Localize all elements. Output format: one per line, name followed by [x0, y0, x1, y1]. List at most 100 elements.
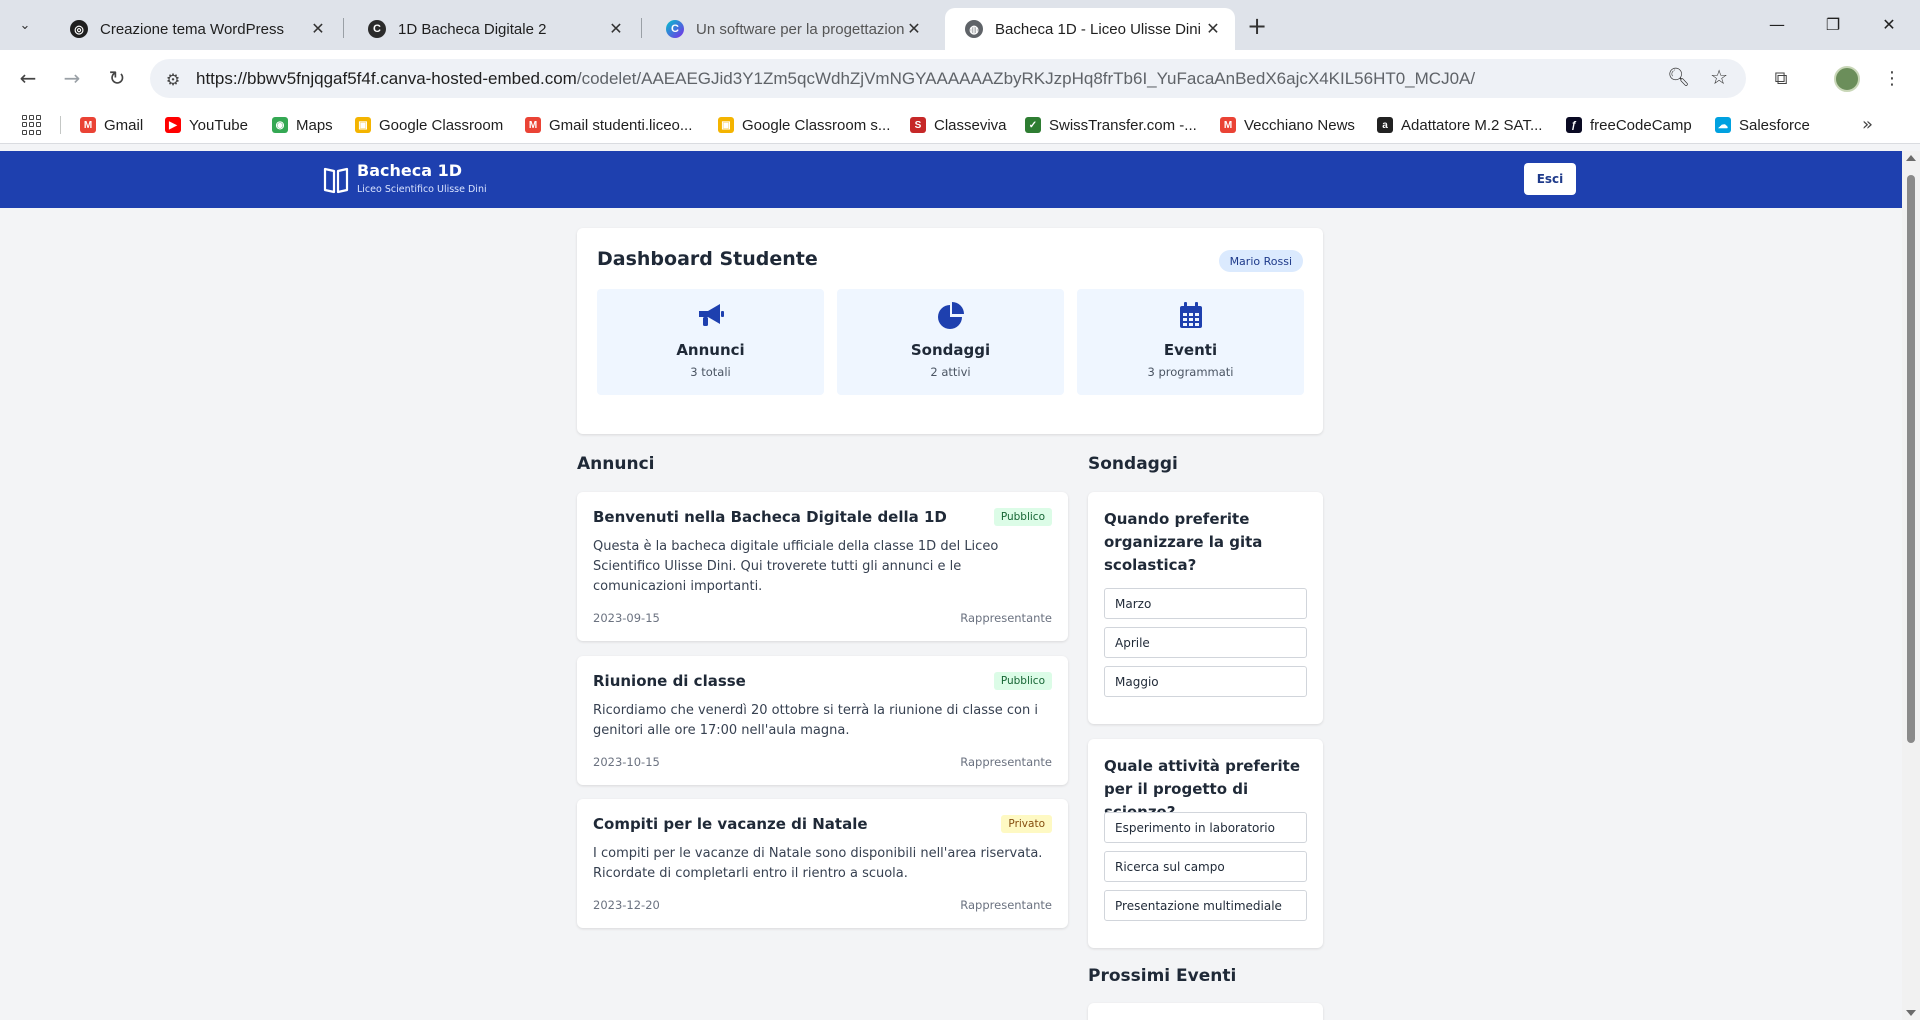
book-open-icon [323, 167, 349, 194]
profile-avatar[interactable] [1834, 66, 1860, 92]
bookmark-star-icon[interactable]: ☆ [1710, 65, 1728, 89]
chatgpt-icon: ◎ [70, 20, 88, 38]
url-path: /codelet/AAEAEGJid3Y1Zm5qcWdhZjVmNGYAAAA… [576, 69, 1476, 88]
tab-search-dropdown-icon[interactable]: ⌄ [12, 12, 38, 38]
bookmark-item[interactable]: S Classeviva [910, 114, 1007, 136]
visibility-badge: Pubblico [993, 508, 1052, 526]
logout-button[interactable]: Esci [1524, 163, 1576, 195]
apps-grid-icon[interactable] [22, 115, 42, 135]
gmail-icon: M [80, 117, 96, 133]
announcement-title: Riunione di classe [593, 672, 746, 690]
browser-tab[interactable]: C 1D Bacheca Digitale 2 ✕ [348, 8, 638, 50]
poll-option-button[interactable]: Marzo [1104, 588, 1307, 619]
dashboard-card: Dashboard Studente Mario Rossi Annunci 3… [577, 228, 1323, 434]
freecodecamp-icon: ƒ [1566, 117, 1582, 133]
user-badge: Mario Rossi [1218, 250, 1303, 272]
page-scrollbar[interactable] [1902, 151, 1920, 1020]
events-section-title: Prossimi Eventi [1088, 966, 1237, 986]
close-tab-icon[interactable]: ✕ [904, 19, 924, 39]
browser-tab-active[interactable]: ◍ Bacheca 1D - Liceo Ulisse Dini ✕ [945, 8, 1235, 50]
stat-count: 3 totali [690, 365, 731, 379]
more-bookmarks-chevron-icon[interactable]: » [1862, 114, 1873, 135]
stat-card-eventi[interactable]: Eventi 3 programmati [1077, 289, 1304, 395]
back-arrow-icon[interactable]: ← [12, 62, 44, 94]
browser-tab[interactable]: C Un software per la progettazione ✕ [646, 8, 936, 50]
minimize-icon[interactable]: — [1754, 8, 1800, 40]
poll-option-button[interactable]: Esperimento in laboratorio [1104, 812, 1307, 843]
tab-title: Bacheca 1D - Liceo Ulisse Dini [995, 20, 1201, 38]
close-tab-icon[interactable]: ✕ [606, 19, 626, 39]
scroll-up-arrow-icon[interactable] [1906, 155, 1916, 161]
megaphone-icon [699, 304, 724, 326]
claude-icon: C [368, 20, 386, 38]
youtube-icon: ▶ [165, 117, 181, 133]
visibility-badge: Pubblico [993, 672, 1052, 690]
bookmark-item[interactable]: ◉ Maps [272, 114, 333, 136]
bookmark-item[interactable]: M Vecchiano News [1220, 114, 1355, 136]
browser-tab[interactable]: ◎ Creazione tema WordPress ✕ [50, 8, 340, 50]
announcement-body: I compiti per le vacanze di Natale sono … [593, 846, 1043, 881]
stat-label: Sondaggi [910, 341, 991, 359]
reload-icon[interactable]: ↻ [101, 62, 133, 94]
site-settings-icon[interactable]: ⚙ [162, 68, 184, 90]
event-card[interactable] [1088, 1003, 1323, 1020]
web-page: Bacheca 1D Liceo Scientifico Ulisse Dini… [0, 151, 1902, 1020]
browser-tab-bar: ⌄ ◎ Creazione tema WordPress ✕ C 1D Bach… [0, 0, 1920, 50]
browser-menu-icon[interactable]: ⋮ [1876, 62, 1908, 94]
stat-count: 3 programmati [1147, 365, 1234, 379]
forward-arrow-icon[interactable]: → [56, 62, 88, 94]
scroll-down-arrow-icon[interactable] [1906, 1010, 1916, 1016]
bookmark-item[interactable]: ✓ SwissTransfer.com -... [1025, 114, 1197, 136]
announcement-date: 2023-09-15 [593, 611, 660, 625]
gmail-icon: M [525, 117, 541, 133]
bookmark-item[interactable]: ƒ freeCodeCamp [1566, 114, 1692, 136]
amazon-icon: a [1377, 117, 1393, 133]
extensions-puzzle-icon[interactable]: ⧉ [1765, 62, 1797, 94]
tab-title: Un software per la progettazione [696, 20, 904, 38]
bookmark-item[interactable]: a Adattatore M.2 SAT... [1377, 114, 1542, 136]
bookmark-label: freeCodeCamp [1590, 116, 1692, 134]
pie-chart-icon [938, 302, 964, 329]
announcement-card[interactable]: Compiti per le vacanze di Natale Privato… [577, 799, 1068, 928]
classroom-icon: ▣ [355, 117, 371, 133]
poll-option-button[interactable]: Ricerca sul campo [1104, 851, 1307, 882]
bookmark-item[interactable]: ▶ YouTube [165, 114, 248, 136]
app-header: Bacheca 1D Liceo Scientifico Ulisse Dini… [0, 151, 1902, 208]
poll-option-button[interactable]: Maggio [1104, 666, 1307, 697]
announcement-author: Rappresentante [960, 898, 1052, 912]
restore-icon[interactable]: ❐ [1810, 8, 1856, 40]
bookmark-label: Google Classroom s... [742, 116, 891, 134]
announcement-title: Benvenuti nella Bacheca Digitale della 1… [593, 508, 947, 526]
announcement-date: 2023-12-20 [593, 898, 660, 912]
announcement-title: Compiti per le vacanze di Natale [593, 815, 868, 833]
close-window-icon[interactable]: ✕ [1866, 8, 1912, 40]
brand-title: Bacheca 1D [357, 161, 462, 180]
bookmark-item[interactable]: ☁ Salesforce [1715, 114, 1810, 136]
bookmark-item[interactable]: M Gmail studenti.liceo... [525, 114, 692, 136]
polls-section-title: Sondaggi [1088, 454, 1178, 474]
poll-question: Quando preferite organizzare la gita sco… [1104, 510, 1263, 574]
address-bar[interactable]: ⚙ https://bbwv5fnjqgaf5f4f.canva-hosted-… [150, 59, 1746, 98]
url-text[interactable]: https://bbwv5fnjqgaf5f4f.canva-hosted-em… [196, 69, 1475, 89]
announcement-card[interactable]: Benvenuti nella Bacheca Digitale della 1… [577, 492, 1068, 641]
poll-option-button[interactable]: Aprile [1104, 627, 1307, 658]
stat-card-sondaggi[interactable]: Sondaggi 2 attivi [837, 289, 1064, 395]
maps-icon: ◉ [272, 117, 288, 133]
announcement-card[interactable]: Riunione di classe Pubblico Ricordiamo c… [577, 656, 1068, 785]
bookmark-item[interactable]: M Gmail [80, 114, 143, 136]
close-tab-icon[interactable]: ✕ [1203, 19, 1223, 39]
bookmark-label: Gmail studenti.liceo... [549, 116, 693, 134]
scrollbar-thumb[interactable] [1907, 175, 1915, 743]
bookmark-item[interactable]: ▣ Google Classroom s... [718, 114, 890, 136]
poll-option-button[interactable]: Presentazione multimediale [1104, 890, 1307, 921]
brand-subtitle: Liceo Scientifico Ulisse Dini [357, 184, 487, 195]
close-tab-icon[interactable]: ✕ [308, 19, 328, 39]
classroom-icon: ▣ [718, 117, 734, 133]
bookmark-label: Adattatore M.2 SAT... [1401, 116, 1543, 134]
bookmark-item[interactable]: ▣ Google Classroom [355, 114, 503, 136]
announcement-author: Rappresentante [960, 611, 1052, 625]
stat-card-annunci[interactable]: Annunci 3 totali [597, 289, 824, 395]
zoom-icon[interactable]: 🔍︎ [1667, 67, 1690, 88]
bookmark-label: Salesforce [1739, 116, 1810, 134]
new-tab-plus-icon[interactable]: + [1243, 12, 1271, 40]
